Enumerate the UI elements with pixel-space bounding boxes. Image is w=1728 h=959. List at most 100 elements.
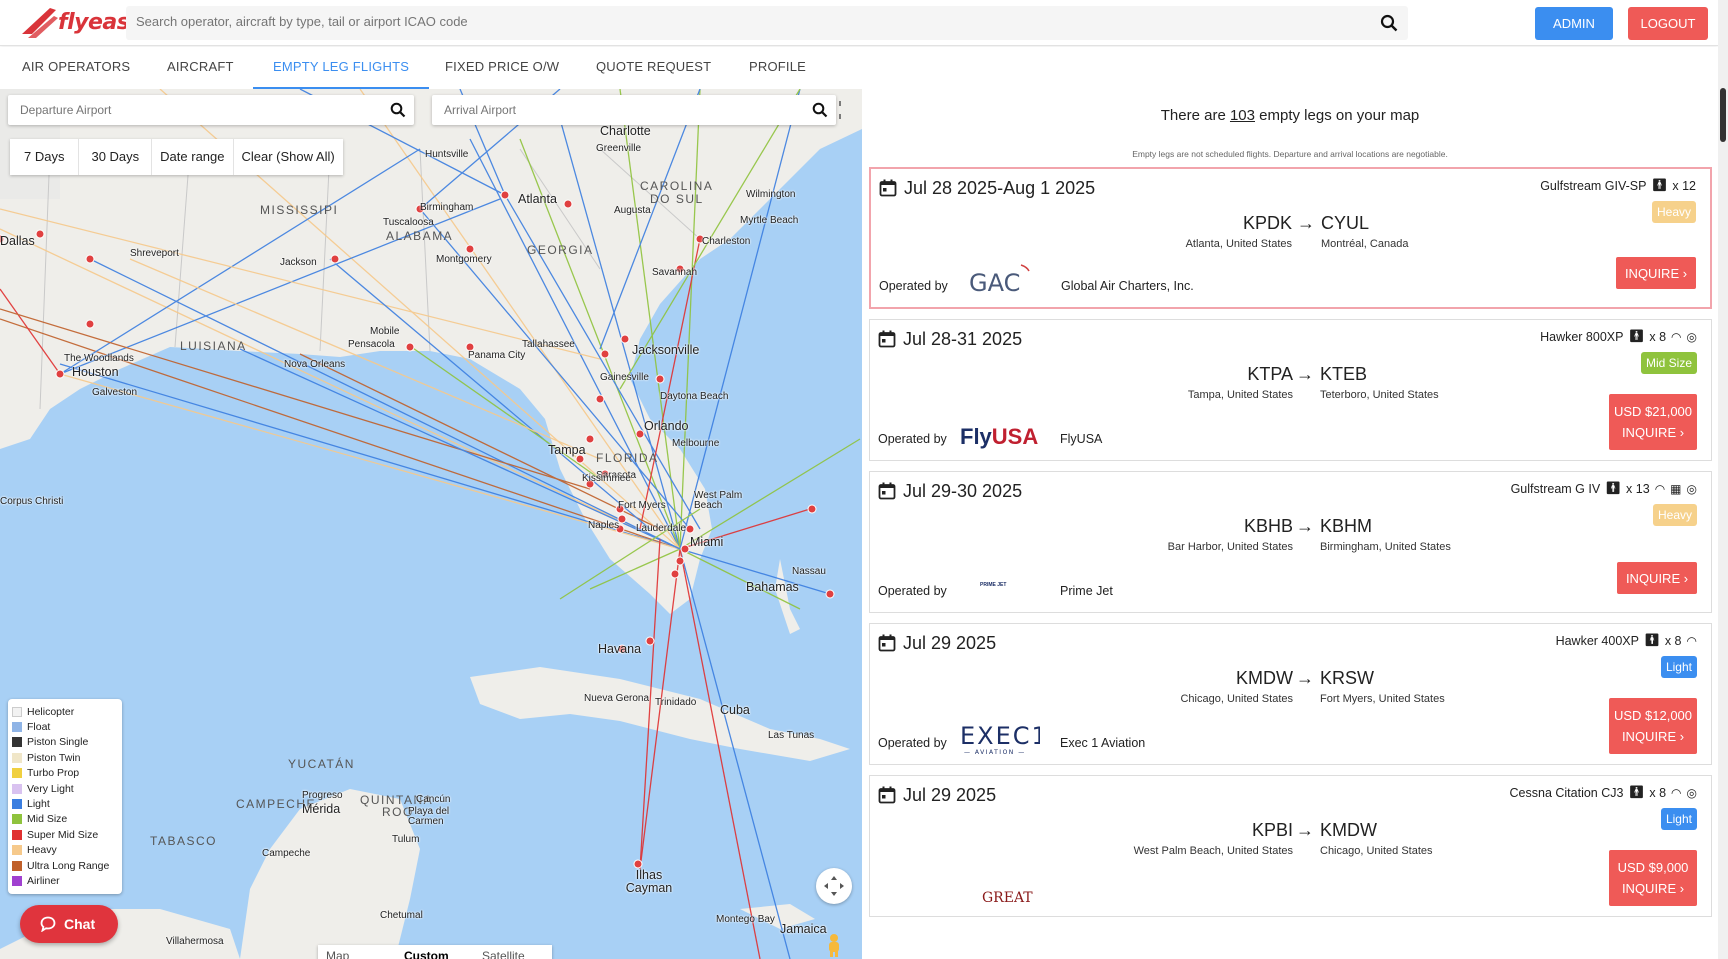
seven-days-button[interactable]: 7 Days (10, 139, 80, 175)
city-label: Kissimmee (582, 473, 631, 484)
map-type-custom[interactable]: Custom (396, 945, 474, 959)
passenger-icon: 🚹︎ (1605, 481, 1622, 495)
thirty-days-button[interactable]: 30 Days (79, 139, 153, 175)
top-bar: flyeasy ADMIN LOGOUT (0, 0, 1718, 46)
city-label: Nassau (792, 566, 826, 577)
search-icon[interactable] (812, 102, 828, 118)
calendar-icon (878, 330, 896, 348)
empty-leg-card[interactable]: Jul 29-30 2025 Gulfstream G IV 🚹︎ x 13 ◠… (869, 471, 1712, 613)
tab-fixed-price[interactable]: FIXED PRICE O/W (445, 47, 559, 89)
search-icon[interactable] (390, 102, 406, 118)
global-search-input[interactable] (136, 14, 1336, 29)
flight-date: Jul 29 2025 (903, 633, 997, 653)
region-label: DO SUL (650, 192, 704, 206)
inquire-button[interactable]: USD $12,000 INQUIRE › (1609, 698, 1697, 754)
prime-jet-operator-logo: PRIME JET (980, 582, 1006, 588)
city-label: Jackson (280, 257, 317, 268)
departure-city: Atlanta, United States (1185, 238, 1292, 250)
operator-name[interactable]: FlyUSA (1060, 432, 1102, 446)
count-number[interactable]: 103 (1230, 107, 1255, 124)
empty-legs-panel: There are 103 empty legs on your map Emp… (862, 89, 1718, 959)
flight-date: Jul 28 2025-Aug 1 2025 (904, 178, 1096, 198)
svg-text:GREAT: GREAT (982, 890, 1033, 906)
gac-operator-logo: GAC (969, 264, 1030, 297)
operator-name[interactable]: Global Air Charters, Inc. (1061, 279, 1194, 293)
departure-code: KTPA (1247, 364, 1293, 384)
inquire-button[interactable]: USD $9,000 INQUIRE › (1609, 850, 1697, 906)
date-range-button[interactable]: Date range (152, 139, 234, 175)
recenter-button[interactable] (816, 868, 852, 904)
city-label: Melbourne (672, 438, 720, 449)
arrival-code: KTEB (1320, 364, 1368, 384)
arrow-right-icon: → (1296, 820, 1314, 840)
price: USD $21,000 (1613, 404, 1693, 419)
tab-profile[interactable]: PROFILE (749, 47, 806, 89)
tab-aircraft[interactable]: AIRCRAFT (167, 47, 234, 89)
empty-leg-card[interactable]: Jul 28 2025-Aug 1 2025 Gulfstream GIV-SP… (869, 167, 1712, 309)
tab-air-operators[interactable]: AIR OPERATORS (22, 47, 130, 89)
city-label: Chetumal (380, 910, 423, 921)
passenger-count: x 8 (1649, 785, 1667, 800)
map-type-satellite[interactable]: Satellite (474, 945, 552, 959)
legend-item: Airliner (12, 873, 118, 888)
region-label: TABASCO (150, 834, 217, 848)
operated-by-label: Operated by (878, 736, 947, 750)
logout-button[interactable]: LOGOUT (1628, 7, 1708, 40)
inquire-button[interactable]: INQUIRE › (1616, 257, 1696, 289)
aircraft-info: Gulfstream G IV 🚹︎ x 13 ◠ ▦ ◎ (1511, 481, 1697, 496)
city-label: Naples (588, 520, 620, 531)
page-scrollbar-thumb[interactable] (1720, 88, 1726, 142)
empty-leg-card[interactable]: Jul 29 2025 Cessna Citation CJ3 🚹︎ x 8 ◠… (869, 775, 1712, 917)
search-icon[interactable] (1380, 14, 1398, 32)
wifi-icon: ◠ (1686, 633, 1697, 648)
city-label: Jacksonville (632, 343, 700, 357)
clear-show-all-button[interactable]: Clear (Show All) (233, 139, 343, 175)
price: USD $12,000 (1613, 708, 1693, 723)
operator-name[interactable]: Prime Jet (1060, 584, 1113, 598)
arrival-city: Montréal, Canada (1321, 238, 1409, 250)
legend-item: Float (12, 719, 118, 734)
chat-button[interactable]: Chat (20, 905, 118, 943)
admin-button[interactable]: ADMIN (1535, 7, 1613, 40)
map-type-map[interactable]: Map (318, 945, 396, 959)
entertainment-icon: ▦ (1670, 481, 1682, 496)
arrow-right-icon: → (1296, 668, 1314, 688)
legend-swatch (12, 799, 22, 810)
city-label: Villahermosa (166, 936, 224, 947)
empty-legs-map[interactable]: MISSISSIPI ALABAMA GEORGIA LUISIANA CARO… (0, 89, 862, 959)
operator-name[interactable]: Exec 1 Aviation (1060, 736, 1145, 750)
inquire-button[interactable]: INQUIRE › (1617, 562, 1697, 594)
departure-code: KBHB (1243, 516, 1293, 536)
city-label: Galveston (92, 387, 138, 398)
svg-text:EXEC1: EXEC1 (960, 722, 1040, 750)
operated-by-label: Operated by (878, 432, 947, 446)
flight-date: Jul 28-31 2025 (903, 329, 1023, 349)
arrival-airport-field[interactable] (432, 95, 836, 125)
arrival-code: CYUL (1321, 213, 1370, 233)
legend-item: Super Mid Size (12, 827, 118, 842)
city-label: Savannah (652, 267, 698, 278)
departure-airport-field[interactable] (8, 95, 414, 125)
page-scrollbar[interactable] (1718, 0, 1728, 959)
tab-quote-request[interactable]: QUOTE REQUEST (596, 47, 711, 89)
legend-swatch (12, 722, 22, 733)
tab-empty-leg-flights[interactable]: EMPTY LEG FLIGHTS (253, 47, 430, 89)
street-view-pegman-icon[interactable] (822, 933, 846, 957)
city-label: Charlotte (600, 124, 651, 138)
aircraft-info: Hawker 400XP 🚹︎ x 8 ◠ (1556, 633, 1697, 648)
passenger-icon: 🚹︎ (1643, 633, 1660, 647)
aircraft-model: Cessna Citation CJ3 (1509, 785, 1624, 800)
empty-leg-card[interactable]: Jul 29 2025 Hawker 400XP 🚹︎ x 8 ◠ Light … (869, 623, 1712, 765)
main-tabs: AIR OPERATORS AIRCRAFT EMPTY LEG FLIGHTS… (0, 47, 1718, 89)
global-search[interactable] (126, 6, 1408, 40)
empty-leg-card[interactable]: Jul 28-31 2025 Hawker 800XP 🚹︎ x 8 ◠ ◎ M… (869, 319, 1712, 461)
departure-airport-input[interactable] (20, 103, 360, 117)
chat-label: Chat (64, 916, 96, 932)
arrival-airport-input[interactable] (444, 103, 784, 117)
fullscreen-icon[interactable] (838, 101, 848, 119)
legend-swatch (12, 875, 22, 886)
departure-code: KPBI (1251, 820, 1293, 840)
disclaimer-note: Empty legs are not scheduled flights. De… (1132, 149, 1448, 159)
inquire-button[interactable]: USD $21,000 INQUIRE › (1609, 394, 1697, 450)
region-label: CAROLINA (640, 179, 714, 193)
